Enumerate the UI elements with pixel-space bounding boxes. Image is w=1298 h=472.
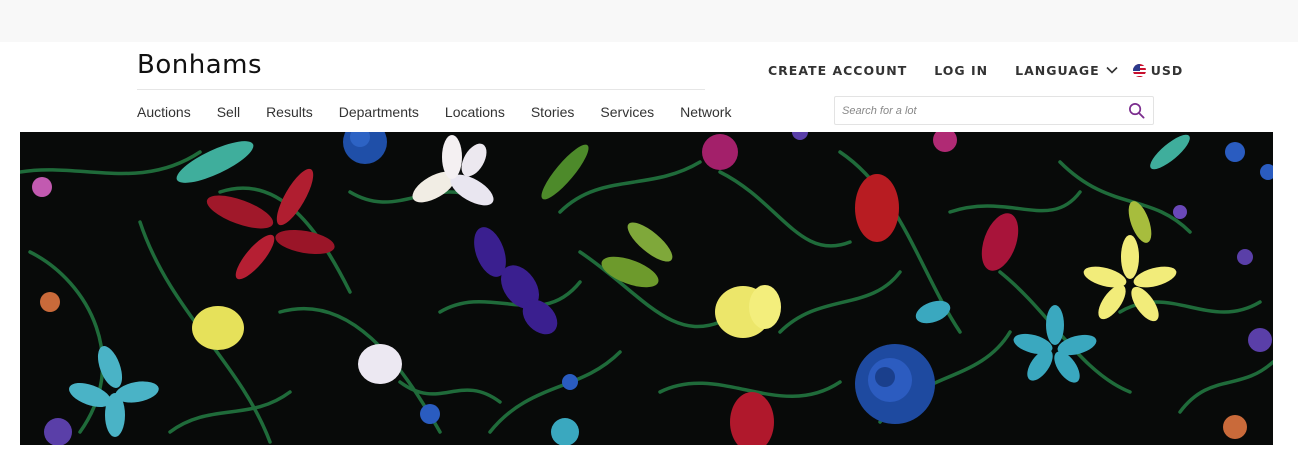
create-account-link[interactable]: CREATE ACCOUNT	[768, 63, 907, 78]
top-banner-strip	[0, 0, 1298, 42]
log-in-link[interactable]: LOG IN	[934, 63, 988, 78]
us-flag-icon	[1132, 63, 1146, 77]
bonhams-logo[interactable]: Bonhams	[137, 49, 262, 81]
stems	[20, 150, 1273, 444]
leaves	[176, 134, 1190, 288]
currency-label: USD	[1150, 62, 1184, 78]
search-input[interactable]	[842, 100, 1112, 121]
floral-painting	[20, 132, 1273, 445]
nav-item-sell[interactable]: Sell	[217, 104, 240, 120]
nav-item-results[interactable]: Results	[266, 104, 313, 120]
nav-item-locations[interactable]: Locations	[445, 104, 505, 120]
language-label: LANGUAGE	[1015, 62, 1100, 78]
header-divider	[137, 89, 705, 90]
nav-item-services[interactable]: Services	[600, 104, 654, 120]
search-box	[834, 96, 1154, 125]
nav-item-auctions[interactable]: Auctions	[137, 104, 191, 120]
chevron-down-icon	[1106, 66, 1118, 74]
site-header: Bonhams CREATE ACCOUNT LOG IN LANGUAGE U…	[0, 42, 1298, 132]
main-nav: Auctions Sell Results Departments Locati…	[137, 100, 731, 124]
hero-floral-artwork	[20, 132, 1273, 445]
search-icon[interactable]	[1128, 102, 1145, 119]
language-selector[interactable]: LANGUAGE	[1015, 63, 1118, 78]
nav-item-stories[interactable]: Stories	[531, 104, 575, 120]
nav-item-departments[interactable]: Departments	[339, 104, 419, 120]
nav-item-network[interactable]: Network	[680, 104, 731, 120]
currency-selector[interactable]: USD	[1132, 62, 1184, 78]
account-nav: CREATE ACCOUNT LOG IN LANGUAGE USD	[768, 60, 1183, 80]
